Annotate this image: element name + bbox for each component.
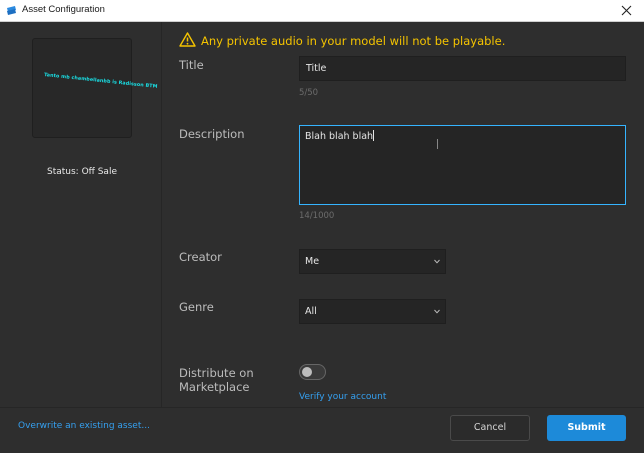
description-input[interactable]: Blah blah blah xyxy=(299,125,626,205)
title-input[interactable]: Title xyxy=(299,56,626,81)
genre-dropdown[interactable]: All xyxy=(299,299,446,324)
overwrite-asset-link[interactable]: Overwrite an existing asset... xyxy=(18,421,150,431)
cancel-button[interactable]: Cancel xyxy=(450,415,530,441)
status-label: Status: Off Sale xyxy=(47,167,117,177)
window-title: Asset Configuration xyxy=(22,4,105,15)
creator-selected: Me xyxy=(305,256,320,267)
creator-dropdown[interactable]: Me xyxy=(299,249,446,274)
title-label: Title xyxy=(179,58,204,72)
description-label: Description xyxy=(179,127,245,141)
genre-label: Genre xyxy=(179,300,214,314)
close-icon[interactable] xyxy=(621,5,632,16)
title-counter: 5/50 xyxy=(299,88,319,98)
creator-label: Creator xyxy=(179,250,222,264)
genre-selected: All xyxy=(305,306,317,317)
main-panel: Any private audio in your model will not… xyxy=(163,22,644,407)
verify-account-link[interactable]: Verify your account xyxy=(299,392,386,402)
description-counter: 14/1000 xyxy=(299,211,335,221)
footer-bar: Overwrite an existing asset... Cancel Su… xyxy=(0,407,644,453)
thumbnail-text: Tanto mb chambellanbb is Radisson BTM xyxy=(43,73,158,90)
toggle-knob xyxy=(302,367,312,377)
chevron-down-icon xyxy=(434,309,440,314)
distribute-toggle[interactable] xyxy=(299,364,326,380)
distribute-label-line1: Distribute on xyxy=(179,366,254,380)
description-text: Blah blah blah xyxy=(305,131,374,142)
asset-thumbnail: Tanto mb chambellanbb is Radisson BTM xyxy=(32,38,158,138)
roblox-studio-icon xyxy=(7,6,16,15)
text-caret xyxy=(373,130,375,141)
left-panel: Tanto mb chambellanbb is Radisson BTM St… xyxy=(0,22,162,407)
window-titlebar: Asset Configuration xyxy=(0,0,644,22)
chevron-down-icon xyxy=(434,259,440,264)
warning-icon xyxy=(179,32,196,47)
ibeam-cursor xyxy=(437,139,438,149)
distribute-label-line2: Marketplace xyxy=(179,380,250,394)
private-audio-warning: Any private audio in your model will not… xyxy=(201,34,506,48)
submit-button[interactable]: Submit xyxy=(547,415,626,441)
